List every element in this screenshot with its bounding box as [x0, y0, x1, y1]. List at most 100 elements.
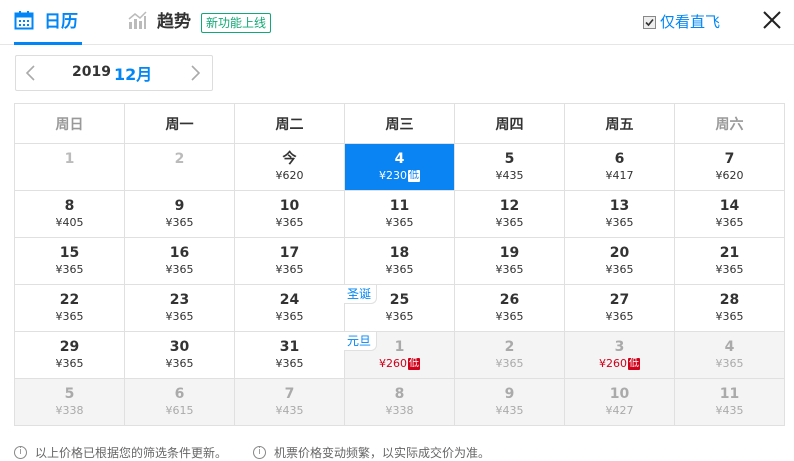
day-cell-next-month[interactable]: 2 ¥365 [454, 331, 565, 379]
day-cell-next-month[interactable]: 3 ¥260 低 [564, 331, 675, 379]
day-number: 2 [504, 339, 515, 355]
direct-only-toggle[interactable]: 仅看直飞 [643, 11, 720, 33]
calendar-week-row: 22 ¥365 23 ¥365 24 ¥365 圣诞 25 ¥365 26 ¥365 27 ¥… [14, 284, 785, 332]
chevron-left-icon[interactable] [24, 64, 38, 86]
day-cell-next-month[interactable]: 8 ¥338 [344, 378, 455, 426]
day-price: ¥365 [55, 310, 84, 323]
day-cell-next-month[interactable]: 4 ¥365 [674, 331, 785, 379]
day-cell-next-month[interactable]: 元旦 1 ¥260 低 [344, 331, 455, 379]
day-number: 20 [609, 245, 630, 261]
day-number: 29 [59, 339, 80, 355]
day-number: 23 [169, 292, 190, 308]
day-cell[interactable]: 15 ¥365 [14, 237, 125, 285]
day-price: ¥365 [605, 216, 634, 229]
weekday-tue: 周二 [234, 103, 345, 144]
day-cell[interactable]: 21 ¥365 [674, 237, 785, 285]
day-cell[interactable]: 9 ¥365 [124, 190, 235, 238]
day-cell[interactable]: 圣诞 25 ¥365 [344, 284, 455, 332]
day-number: 6 [174, 386, 185, 402]
day-cell[interactable]: 5 ¥435 [454, 143, 565, 191]
calendar-week-row: 1 2 今 ¥620 4 ¥230 低 5 ¥435 6 ¥417 7 ¥620 [14, 143, 785, 191]
day-price: ¥365 [275, 310, 304, 323]
day-price-row: ¥260 低 [345, 357, 454, 371]
day-cell[interactable]: 8 ¥405 [14, 190, 125, 238]
day-number: 22 [59, 292, 80, 308]
day-number: 19 [499, 245, 520, 261]
day-cell[interactable]: 20 ¥365 [564, 237, 675, 285]
day-cell-next-month[interactable]: 6 ¥615 [124, 378, 235, 426]
day-cell[interactable]: 24 ¥365 [234, 284, 345, 332]
day-number: 5 [504, 151, 515, 167]
day-cell[interactable]: 26 ¥365 [454, 284, 565, 332]
day-cell[interactable]: 13 ¥365 [564, 190, 675, 238]
day-cell[interactable]: 31 ¥365 [234, 331, 345, 379]
day-cell[interactable]: 27 ¥365 [564, 284, 675, 332]
day-price: ¥365 [495, 310, 524, 323]
day-cell[interactable]: 30 ¥365 [124, 331, 235, 379]
weekday-thu: 周四 [454, 103, 565, 144]
day-price: ¥435 [715, 404, 744, 417]
day-cell[interactable]: 28 ¥365 [674, 284, 785, 332]
day-price: ¥615 [165, 404, 194, 417]
day-cell-today[interactable]: 今 ¥620 [234, 143, 345, 191]
day-price: ¥365 [275, 216, 304, 229]
day-number: 10 [609, 386, 630, 402]
day-number: 6 [614, 151, 625, 167]
day-price: ¥365 [165, 216, 194, 229]
calendar-icon [14, 10, 34, 34]
day-price: ¥435 [495, 404, 524, 417]
day-price: ¥435 [495, 169, 524, 182]
day-cell[interactable]: 16 ¥365 [124, 237, 235, 285]
day-cell[interactable]: 22 ¥365 [14, 284, 125, 332]
day-number: 15 [59, 245, 80, 261]
day-cell[interactable]: 6 ¥417 [564, 143, 675, 191]
weekday-fri: 周五 [564, 103, 675, 144]
day-price: ¥365 [385, 310, 414, 323]
day-cell[interactable]: 23 ¥365 [124, 284, 235, 332]
day-price: ¥338 [385, 404, 414, 417]
day-number: 16 [169, 245, 190, 261]
day-number: 28 [719, 292, 740, 308]
day-number: 9 [174, 198, 185, 214]
checkbox[interactable] [643, 15, 656, 29]
day-cell-next-month[interactable]: 9 ¥435 [454, 378, 565, 426]
day-cell-next-month[interactable]: 11 ¥435 [674, 378, 785, 426]
day-cell-next-month[interactable]: 10 ¥427 [564, 378, 675, 426]
day-price-row: ¥260 低 [565, 357, 674, 371]
close-icon[interactable] [760, 8, 784, 32]
day-number: 21 [719, 245, 740, 261]
calendar-week-row: 8 ¥405 9 ¥365 10 ¥365 11 ¥365 12 ¥365 13 ¥365 … [14, 190, 785, 238]
day-cell[interactable]: 14 ¥365 [674, 190, 785, 238]
day-cell[interactable]: 10 ¥365 [234, 190, 345, 238]
day-cell[interactable]: 17 ¥365 [234, 237, 345, 285]
tab-trend[interactable]: 趋势 [127, 10, 191, 34]
day-price: ¥365 [275, 263, 304, 276]
day-price: ¥365 [275, 357, 304, 370]
day-price: ¥365 [55, 263, 84, 276]
day-cell-next-month[interactable]: 5 ¥338 [14, 378, 125, 426]
day-number: 4 [724, 339, 735, 355]
day-number: 14 [719, 198, 740, 214]
day-price: ¥620 [715, 169, 744, 182]
day-number: 2 [174, 151, 185, 167]
day-number: 11 [719, 386, 740, 402]
day-cell[interactable]: 19 ¥365 [454, 237, 565, 285]
day-price: ¥365 [605, 263, 634, 276]
calendar-week-row: 15 ¥365 16 ¥365 17 ¥365 18 ¥365 19 ¥365 20 ¥36… [14, 237, 785, 285]
day-cell[interactable]: 7 ¥620 [674, 143, 785, 191]
day-cell[interactable]: 11 ¥365 [344, 190, 455, 238]
weekday-mon: 周一 [124, 103, 235, 144]
day-cell[interactable]: 29 ¥365 [14, 331, 125, 379]
tab-calendar[interactable]: 日历 [14, 10, 82, 45]
chevron-right-icon[interactable] [188, 64, 202, 86]
day-number: 今 [282, 151, 297, 167]
low-price-tag: 低 [408, 358, 420, 370]
day-cell: 2 [124, 143, 235, 191]
day-cell-selected[interactable]: 4 ¥230 低 [344, 143, 455, 191]
day-cell-next-month[interactable]: 7 ¥435 [234, 378, 345, 426]
calendar-grid: 周日 周一 周二 周三 周四 周五 周六 1 2 今 ¥620 4 ¥230 低 5 ¥… [14, 103, 785, 426]
info-icon: i [14, 446, 27, 459]
day-cell[interactable]: 12 ¥365 [454, 190, 565, 238]
day-cell[interactable]: 18 ¥365 [344, 237, 455, 285]
day-price-row: ¥230 低 [345, 169, 454, 183]
